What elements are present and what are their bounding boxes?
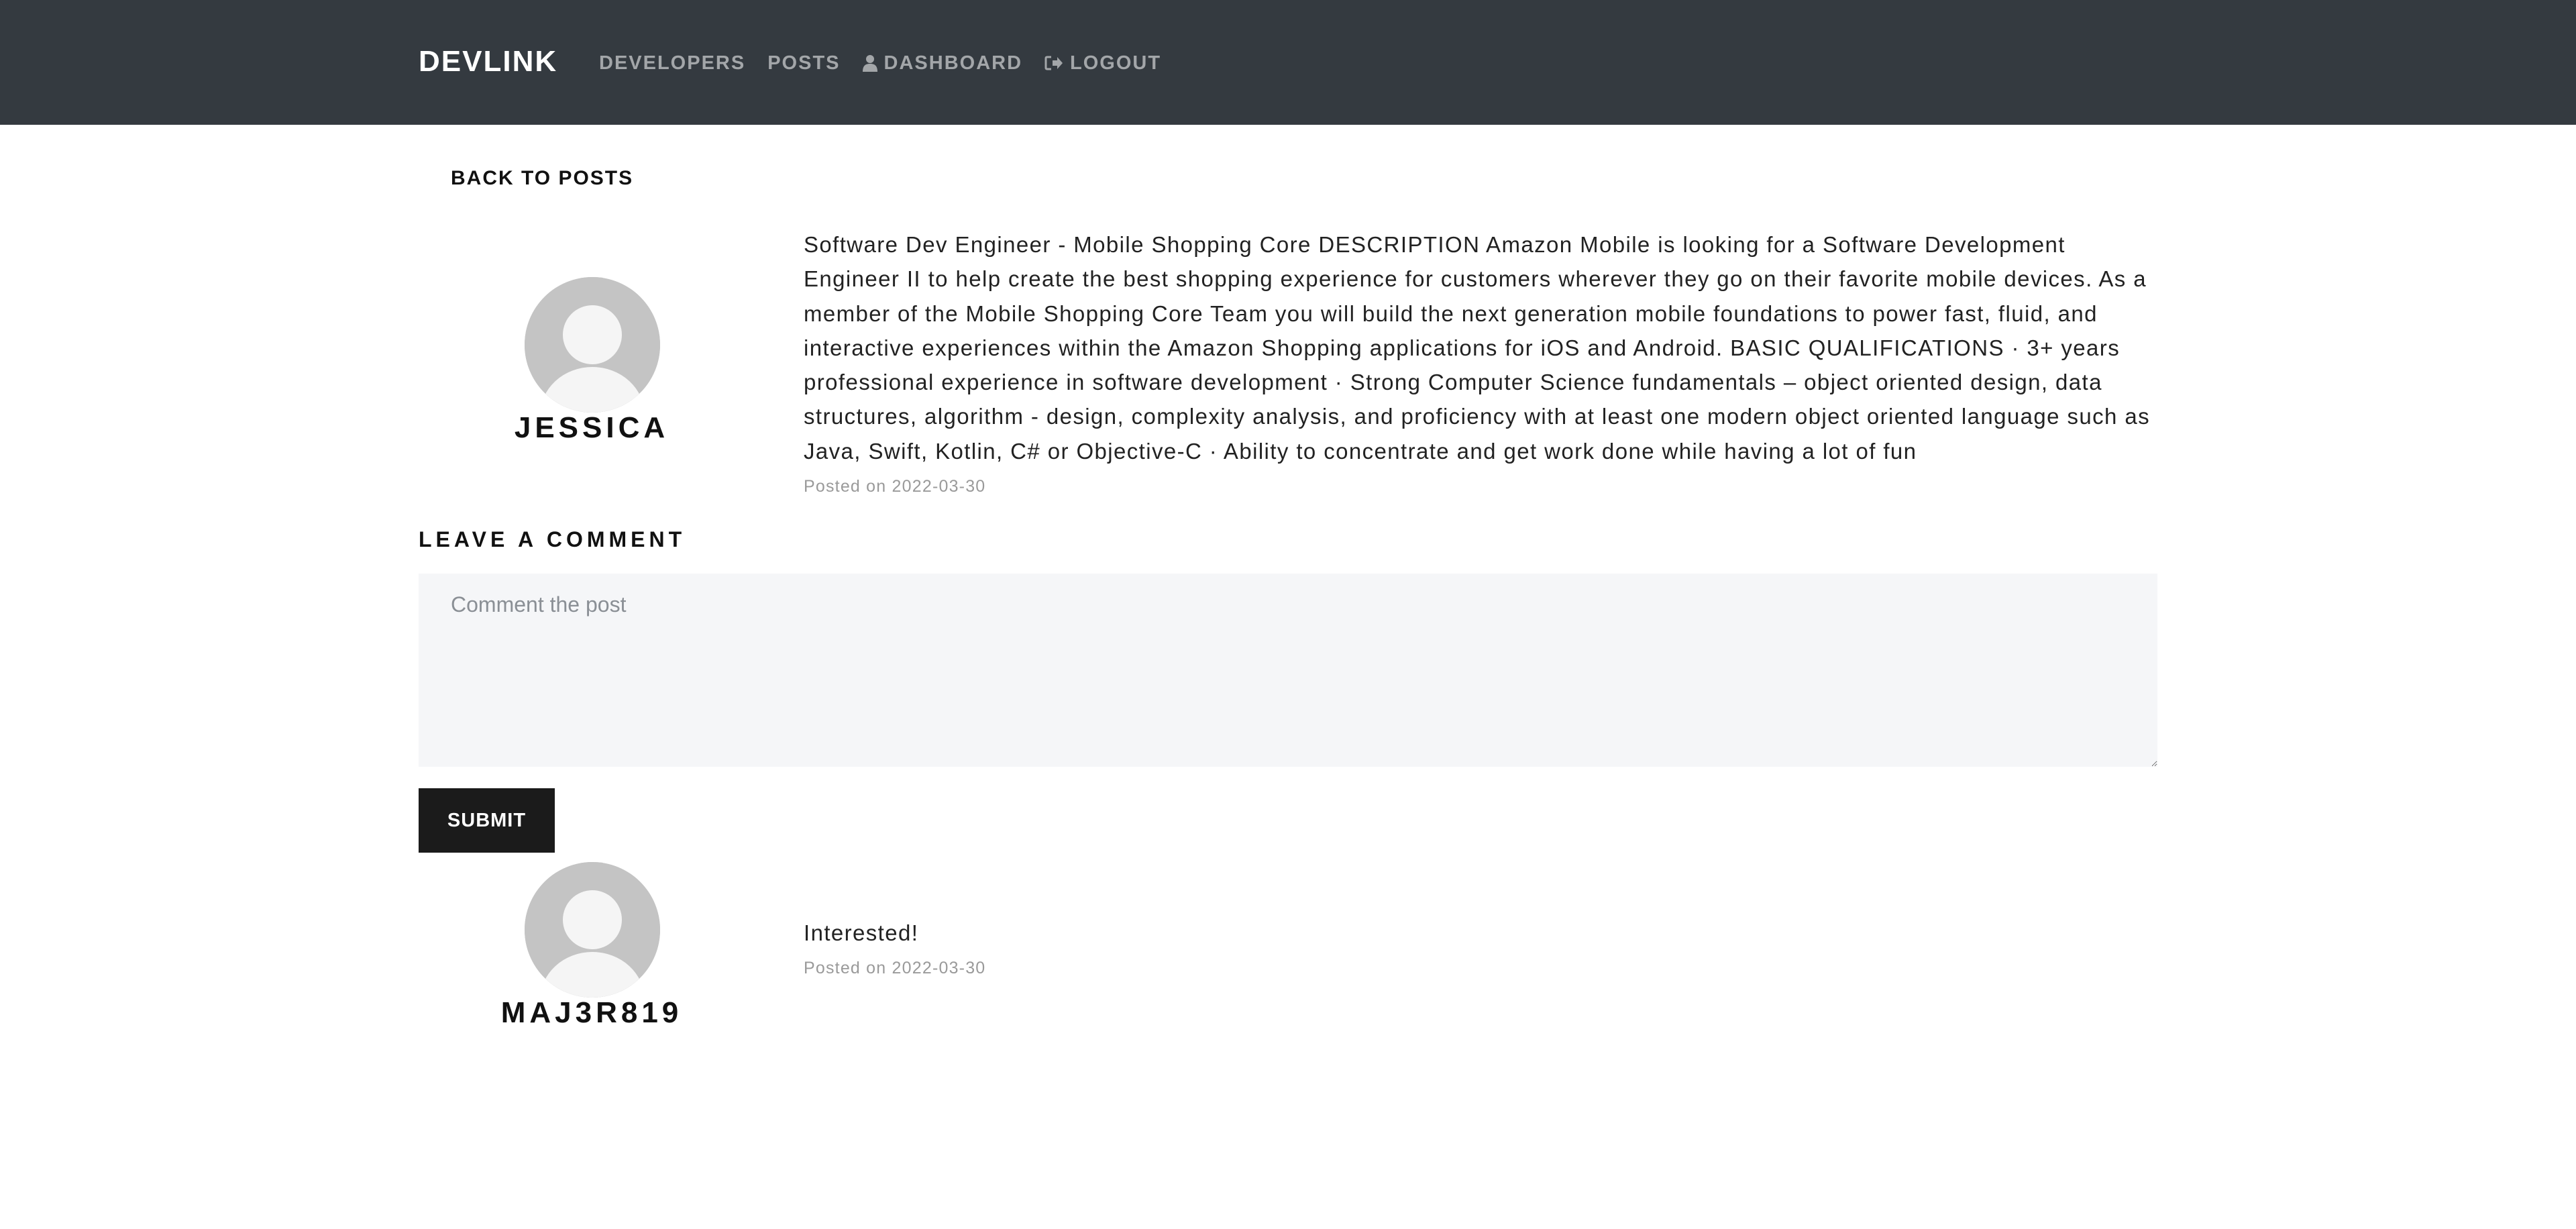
nav-link-posts[interactable]: POSTS: [767, 51, 840, 75]
nav-link-label: DASHBOARD: [883, 52, 1023, 74]
comment-author-avatar: [525, 862, 660, 998]
submit-button[interactable]: SUBMIT: [419, 788, 555, 853]
nav-link-dashboard[interactable]: DASHBOARD: [862, 51, 1023, 75]
post-author-avatar: [525, 277, 660, 413]
brand-logo[interactable]: DEVLINK: [419, 44, 557, 79]
nav-link-developers[interactable]: DEVELOPERS: [599, 51, 745, 75]
nav-link-label: DEVELOPERS: [599, 52, 746, 74]
nav-link-logout[interactable]: LOGOUT: [1044, 51, 1161, 75]
comment-date: Posted on 2022-03-30: [804, 959, 986, 977]
default-avatar-icon: [525, 277, 660, 413]
navbar: DEVLINK DEVELOPERS POSTS DASHBOARD LOGOU…: [0, 0, 2576, 125]
back-to-posts-link[interactable]: BACK TO POSTS: [451, 166, 633, 191]
comment-body: Interested!: [804, 920, 919, 945]
post-date: Posted on 2022-03-30: [804, 477, 986, 496]
post-author-name[interactable]: JESSICA: [424, 411, 759, 445]
comment-textarea[interactable]: [419, 574, 2157, 767]
user-icon: [862, 54, 884, 72]
leave-comment-heading: LEAVE A COMMENT: [419, 527, 686, 551]
comment-author-name[interactable]: MAJ3R819: [424, 996, 759, 1030]
default-avatar-icon: [525, 862, 660, 998]
post-body: Software Dev Engineer - Mobile Shopping …: [804, 232, 2151, 464]
nav-link-label: POSTS: [767, 52, 841, 74]
nav-links: DEVELOPERS POSTS DASHBOARD LOGOUT: [599, 50, 1183, 76]
nav-link-label: LOGOUT: [1070, 52, 1162, 74]
sign-out-icon: [1044, 55, 1070, 71]
